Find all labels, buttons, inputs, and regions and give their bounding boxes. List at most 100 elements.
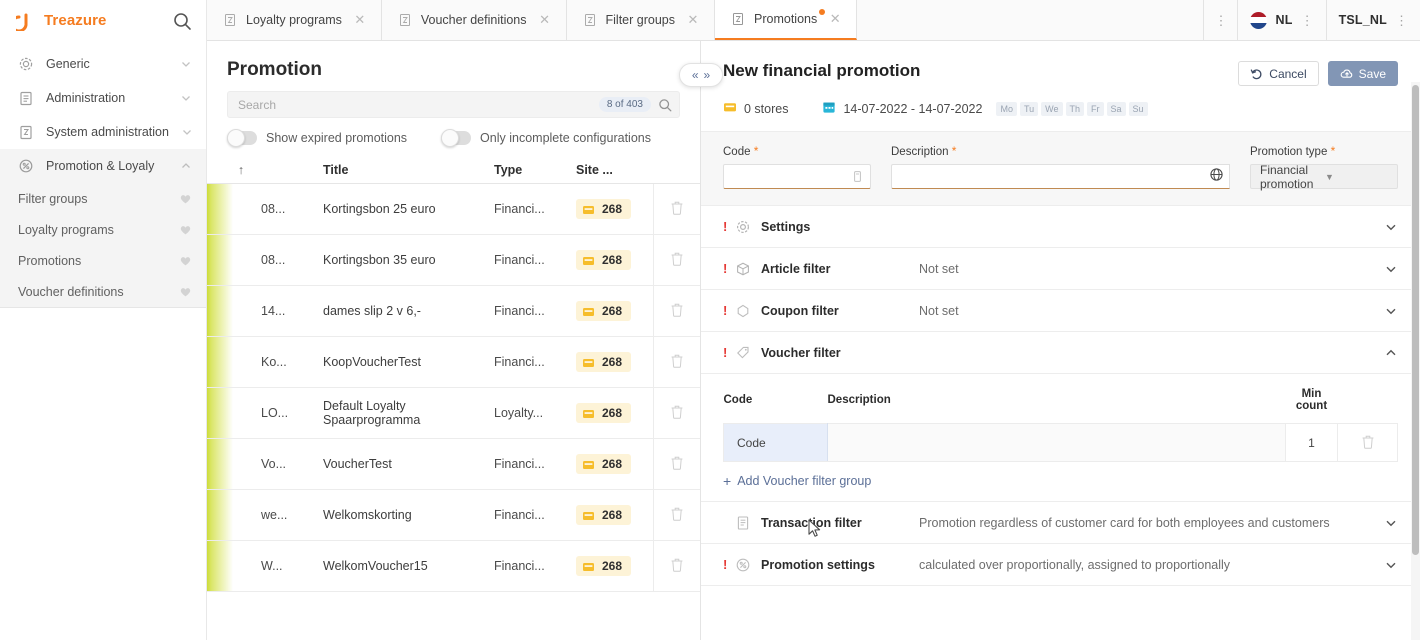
sidebar-item-voucher-definitions[interactable]: Voucher definitions <box>0 276 206 307</box>
trash-icon[interactable] <box>670 456 684 473</box>
translations-button[interactable] <box>1203 164 1230 189</box>
save-button[interactable]: Save <box>1327 61 1398 86</box>
row-code: 14... <box>261 304 286 318</box>
cancel-button[interactable]: Cancel <box>1238 61 1319 86</box>
voucher-filter-row[interactable]: Code 1 <box>723 423 1398 462</box>
chevrons-left-icon[interactable]: « <box>692 68 699 82</box>
copy-icon[interactable] <box>851 170 864 183</box>
language-selector[interactable]: NL ⋮ <box>1238 0 1327 40</box>
table-row[interactable]: 14... dames slip 2 v 6,- Financi... 268 <box>207 286 700 337</box>
scrollbar-thumb[interactable] <box>1412 85 1419 555</box>
weekday-chip-sa[interactable]: Sa <box>1106 101 1126 116</box>
stores-meta[interactable]: 0 stores <box>723 100 788 117</box>
user-menu[interactable]: TSL_NL ⋮ <box>1326 0 1420 40</box>
table-row[interactable]: W... WelkomVoucher15 Financi... 268 <box>207 541 700 592</box>
section-coupon-filter[interactable]: ! Coupon filter Not set <box>701 290 1420 332</box>
chevrons-right-icon[interactable]: » <box>704 68 711 82</box>
voucher-description-cell[interactable] <box>827 423 1286 462</box>
weekday-chip-tu[interactable]: Tu <box>1019 101 1039 116</box>
description-input-wrap[interactable] <box>891 164 1203 189</box>
toggle-switch[interactable] <box>441 129 472 147</box>
sidebar-item-loyalty-programs[interactable]: Loyalty programs <box>0 214 206 245</box>
table-row[interactable]: we... Welkomskorting Financi... 268 <box>207 490 700 541</box>
date-range-meta[interactable]: 14-07-2022 - 14-07-2022 Mo Tu We Th Fr S… <box>822 100 1148 117</box>
heart-icon[interactable] <box>179 192 192 205</box>
sidebar-item-generic[interactable]: Generic <box>0 47 206 81</box>
tabbar-overflow-button[interactable]: ⋮ <box>1204 0 1239 40</box>
chevron-down-icon[interactable] <box>1384 262 1398 276</box>
panel-collapse-toggle[interactable]: « » <box>679 63 723 87</box>
sidebar-item-promotions[interactable]: Promotions <box>0 245 206 276</box>
table-row[interactable]: Ko... KoopVoucherTest Financi... 268 <box>207 337 700 388</box>
toggle-only-incomplete-configurations[interactable]: Only incomplete configurations <box>441 129 651 147</box>
weekday-chip-we[interactable]: We <box>1041 101 1063 116</box>
close-icon[interactable]: ✕ <box>828 12 842 26</box>
sidebar-item-promotion-loyalty[interactable]: Promotion & Loyaly <box>0 149 206 183</box>
search-icon[interactable] <box>658 98 672 112</box>
row-code: Vo... <box>261 457 287 471</box>
add-voucher-filter-group-button[interactable]: + Add Voucher filter group <box>723 462 871 501</box>
sidebar-item-system-administration[interactable]: System administration <box>0 115 206 149</box>
search-icon[interactable] <box>172 11 192 31</box>
toggle-switch[interactable] <box>227 129 257 147</box>
table-row[interactable]: 08... Kortingsbon 25 euro Financi... 268 <box>207 184 700 235</box>
heart-icon[interactable] <box>179 254 192 267</box>
search-input[interactable] <box>238 97 592 112</box>
code-input-wrap[interactable] <box>723 164 871 189</box>
promotion-type-select[interactable]: Financial promotion ▼ <box>1250 163 1398 191</box>
chevron-down-icon[interactable] <box>1384 304 1398 318</box>
section-settings[interactable]: ! Settings <box>701 206 1420 248</box>
trash-icon[interactable] <box>670 201 684 218</box>
voucher-code-cell[interactable]: Code <box>723 423 828 462</box>
code-input[interactable] <box>732 169 851 184</box>
column-header-title[interactable]: Title <box>323 163 494 177</box>
chevron-down-icon[interactable] <box>1384 220 1398 234</box>
trash-icon[interactable] <box>670 507 684 524</box>
voucher-delete-cell[interactable] <box>1337 423 1398 462</box>
section-article-filter[interactable]: ! Article filter Not set <box>701 248 1420 290</box>
search-box[interactable]: 8 of 403 <box>227 91 680 118</box>
heart-icon[interactable] <box>179 223 192 236</box>
sidebar-item-filter-groups[interactable]: Filter groups <box>0 183 206 214</box>
trash-icon[interactable] <box>670 558 684 575</box>
vertical-scrollbar[interactable] <box>1411 82 1420 640</box>
weekday-chip-mo[interactable]: Mo <box>996 101 1017 116</box>
tab-promotions[interactable]: Promotions ✕ <box>715 0 858 40</box>
section-voucher-filter[interactable]: ! Voucher filter <box>701 332 1420 374</box>
table-row[interactable]: Vo... VoucherTest Financi... 268 <box>207 439 700 490</box>
weekday-chip-fr[interactable]: Fr <box>1087 101 1104 116</box>
kebab-icon[interactable]: ⋮ <box>1301 14 1314 27</box>
description-input[interactable] <box>900 169 1197 184</box>
tab-voucher-definitions[interactable]: Voucher definitions ✕ <box>381 0 567 40</box>
close-icon[interactable]: ✕ <box>353 13 367 27</box>
section-promotion-settings[interactable]: ! Promotion settings calculated over pro… <box>701 544 1420 586</box>
trash-icon[interactable] <box>670 252 684 269</box>
trash-icon[interactable] <box>670 405 684 422</box>
sort-indicator[interactable]: ↑ <box>221 163 261 177</box>
weekday-chip-th[interactable]: Th <box>1065 101 1085 116</box>
tab-loyalty-programs[interactable]: Loyalty programs ✕ <box>207 0 382 40</box>
weekday-chip-su[interactable]: Su <box>1128 101 1148 116</box>
site-count: 268 <box>602 406 623 420</box>
close-icon[interactable]: ✕ <box>538 13 552 27</box>
store-icon <box>582 560 595 573</box>
description-row <box>891 164 1230 189</box>
column-header-type[interactable]: Type <box>494 163 576 177</box>
trash-icon[interactable] <box>1361 434 1375 449</box>
trash-icon[interactable] <box>670 354 684 371</box>
chevron-up-icon[interactable] <box>1384 346 1398 360</box>
tag-icon <box>735 345 751 361</box>
table-row[interactable]: 08... Kortingsbon 35 euro Financi... 268 <box>207 235 700 286</box>
table-row[interactable]: LO... Default Loyalty Spaarprogramma Loy… <box>207 388 700 439</box>
voucher-min-count-cell[interactable]: 1 <box>1285 423 1338 462</box>
trash-icon[interactable] <box>670 303 684 320</box>
kebab-icon[interactable]: ⋮ <box>1395 14 1408 27</box>
close-icon[interactable]: ✕ <box>686 13 700 27</box>
column-header-site[interactable]: Site ... <box>576 163 654 177</box>
tab-filter-groups[interactable]: Filter groups ✕ <box>566 0 715 40</box>
heart-icon[interactable] <box>179 285 192 298</box>
chevron-down-icon[interactable] <box>1384 516 1398 530</box>
toggle-show-expired-promotions[interactable]: Show expired promotions <box>227 129 407 147</box>
chevron-down-icon[interactable] <box>1384 558 1398 572</box>
sidebar-item-administration[interactable]: Administration <box>0 81 206 115</box>
